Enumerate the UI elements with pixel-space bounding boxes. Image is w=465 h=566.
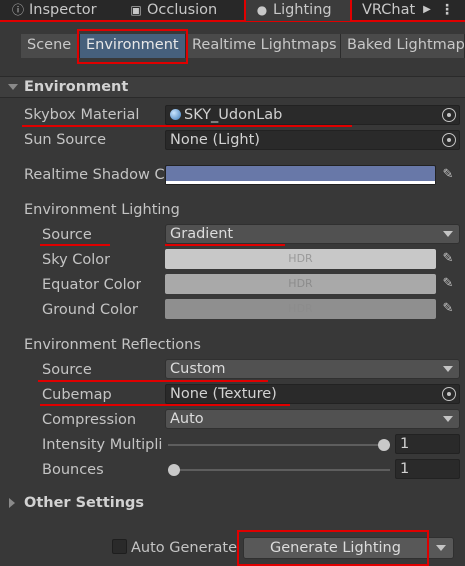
eyedropper-icon[interactable]: ✎ [438,249,458,269]
realtime-shadow-color-label: Realtime Shadow C [24,167,164,183]
highlight-line [40,404,290,406]
other-settings-title: Other Settings [24,495,145,511]
eyedropper-icon[interactable]: ✎ [438,274,458,294]
bounces-slider-handle[interactable] [168,464,180,476]
alpha-bar [166,181,435,184]
equator-color-swatch[interactable]: HDR [165,274,436,294]
subtab-realtime-lightmaps[interactable]: Realtime Lightmaps [186,34,341,58]
equator-color-label: Equator Color [42,277,142,293]
tab-vrchat[interactable]: VRChat [352,0,418,22]
subtab-scene-label: Scene [27,37,72,53]
subtab-scene[interactable]: Scene [21,34,80,58]
object-picker-icon[interactable] [442,133,456,147]
occlusion-icon: ▣ [130,3,142,17]
intensity-slider-track[interactable] [168,444,390,446]
skybox-material-label: Skybox Material [24,107,140,123]
object-picker-icon[interactable] [442,108,456,122]
sky-color-label: Sky Color [42,252,111,268]
sun-source-field[interactable]: None (Light) [165,130,460,150]
sun-source-value: None (Light) [170,132,260,148]
info-icon: ⓘ [12,3,25,17]
environment-section-header[interactable]: Environment [0,76,465,98]
chevron-down-icon [436,545,446,551]
highlight-box [77,29,188,64]
tab-vrchat-label: VRChat [362,2,416,18]
sun-source-label: Sun Source [24,132,106,148]
lighting-source-label: Source [42,227,92,243]
eyedropper-icon[interactable]: ✎ [438,165,458,185]
tab-inspector[interactable]: ⓘ Inspector [0,0,118,22]
sky-color-swatch[interactable]: HDR [165,249,436,269]
highlight-line [40,244,110,246]
ground-color-swatch[interactable]: HDR [165,299,436,319]
tab-occlusion-label: Occlusion [147,2,218,18]
compression-dropdown[interactable]: Auto [165,409,460,429]
window-tab-bar: ⓘ Inspector ▣ Occlusion ● Lighting VRChat ▶… [0,0,465,22]
highlight-box [237,530,429,566]
material-icon [170,109,181,120]
cubemap-label: Cubemap [42,387,112,403]
other-settings-foldout[interactable]: Other Settings [0,492,465,514]
eyedropper-icon[interactable]: ✎ [438,299,458,319]
intensity-multiplier-label: Intensity Multipli [42,437,162,453]
section-title: Environment [24,79,129,95]
tab-inspector-label: Inspector [29,2,97,18]
reflection-source-value: Custom [170,361,226,377]
object-picker-icon[interactable] [442,387,456,401]
chevron-down-icon [443,231,453,237]
subtab-realtime-label: Realtime Lightmaps [192,37,337,53]
tab-occlusion[interactable]: ▣ Occlusion [118,0,242,22]
intensity-input[interactable]: 1 [395,434,460,454]
subtab-baked-lightmaps[interactable]: Baked Lightmap [341,34,465,58]
foldout-expanded-icon [8,84,18,90]
auto-generate-label: Auto Generate [131,540,237,556]
highlight-line [165,244,285,246]
environment-reflections-header: Environment Reflections [24,337,201,353]
auto-generate-checkbox[interactable] [112,539,127,554]
highlight-line [38,380,268,382]
ground-color-label: Ground Color [42,302,138,318]
cubemap-value: None (Texture) [170,386,277,402]
generate-options-dropdown[interactable] [428,537,454,559]
realtime-shadow-color-swatch[interactable] [165,165,436,185]
reflection-source-dropdown[interactable]: Custom [165,359,460,379]
bounces-label: Bounces [42,462,104,478]
compression-label: Compression [42,412,137,428]
subtab-baked-label: Baked Lightmap [347,37,465,53]
compression-value: Auto [170,411,204,427]
chevron-down-icon [443,366,453,372]
lighting-source-dropdown[interactable]: Gradient [165,224,460,244]
chevron-down-icon [443,416,453,422]
reflection-source-label: Source [42,362,92,378]
lighting-source-value: Gradient [170,226,234,242]
highlight-box [244,0,352,23]
highlight-line [22,125,352,127]
tab-scroll-right-icon[interactable]: ▶ [420,0,434,22]
environment-lighting-header: Environment Lighting [24,202,180,218]
foldout-collapsed-icon [9,498,15,508]
skybox-material-field[interactable]: SKY_UdonLab [165,105,460,125]
bounces-slider-track[interactable] [168,469,390,471]
skybox-material-value: SKY_UdonLab [184,107,283,123]
more-menu-icon[interactable]: ⋮ [440,0,454,22]
bounces-input[interactable]: 1 [395,459,460,479]
cubemap-field[interactable]: None (Texture) [165,384,460,404]
intensity-slider-handle[interactable] [378,439,390,451]
